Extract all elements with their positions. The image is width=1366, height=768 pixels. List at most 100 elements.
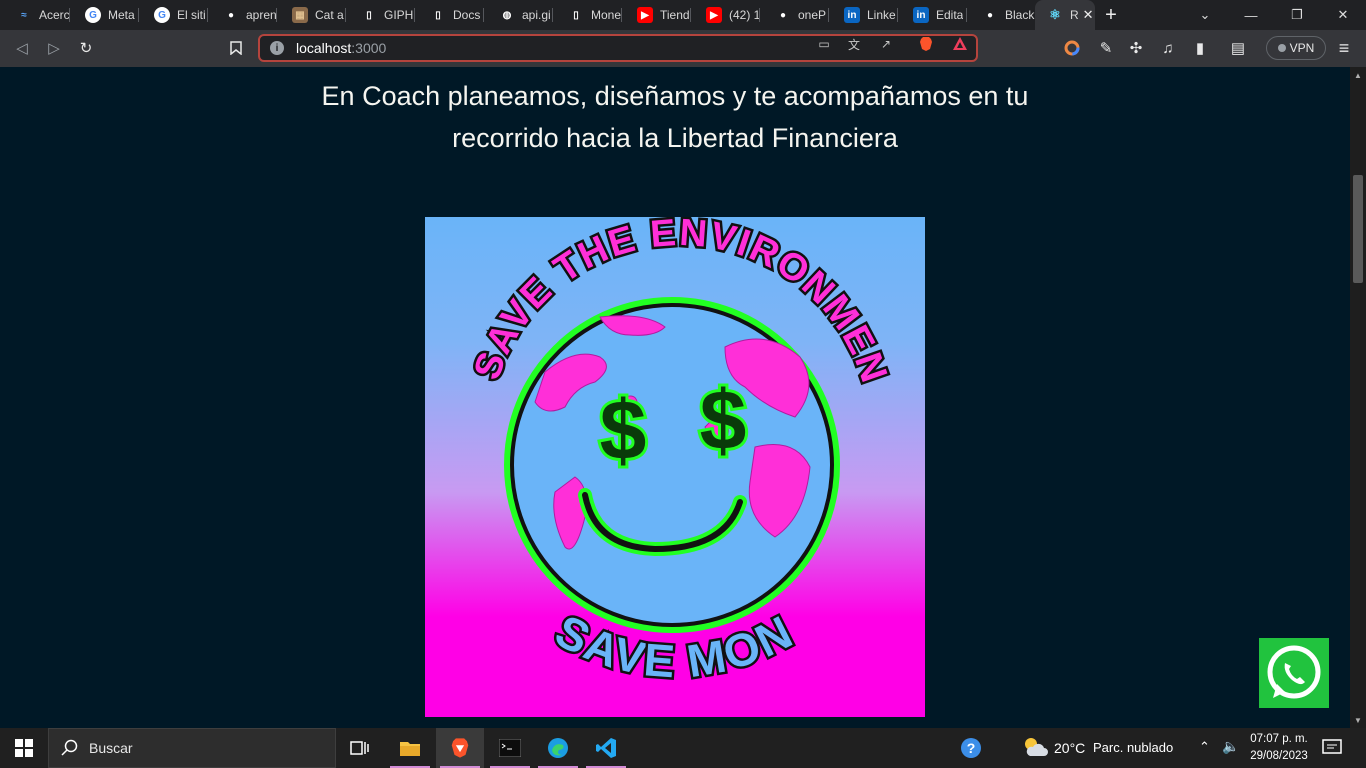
site-info-icon[interactable]: i	[270, 41, 284, 55]
vpn-status-icon	[1277, 44, 1286, 52]
scroll-down-arrow-icon[interactable]: ▼	[1350, 712, 1366, 728]
react-icon: ⚛	[1049, 7, 1061, 22]
new-tab-button[interactable]: +	[1095, 0, 1127, 30]
scroll-up-arrow-icon[interactable]: ▲	[1350, 67, 1366, 83]
whatsapp-button[interactable]	[1259, 638, 1329, 708]
task-view-button[interactable]	[336, 728, 384, 768]
edge-icon	[548, 738, 568, 758]
folder-icon	[400, 742, 420, 756]
tab-14[interactable]: ● BlackF	[966, 0, 1035, 30]
youtube-icon: ▶	[637, 7, 653, 23]
vscode-app[interactable]	[582, 728, 630, 768]
wave-icon: ≈	[21, 9, 27, 21]
search-icon	[61, 739, 78, 756]
search-label: Buscar	[89, 740, 133, 756]
close-window-button[interactable]: ✕	[1320, 0, 1366, 30]
tab-0[interactable]: ≈ Acerc	[0, 0, 69, 30]
google-icon: G	[85, 7, 101, 23]
forward-button[interactable]: ▷	[42, 36, 66, 60]
menu-icon[interactable]: ≡	[1332, 36, 1356, 60]
close-tab-icon[interactable]: ✕	[1083, 7, 1094, 23]
start-button[interactable]	[0, 728, 48, 768]
reload-button[interactable]: ↻	[74, 36, 98, 60]
wallet-icon[interactable]: ▤	[1226, 36, 1250, 60]
github-icon: ●	[779, 9, 787, 21]
volume-icon[interactable]: 🔈	[1222, 738, 1239, 755]
weather-desc: Parc. nublado	[1093, 740, 1174, 755]
tab-label: GIPH	[384, 8, 414, 22]
terminal-icon	[499, 739, 521, 757]
tab-6[interactable]: ▯ Docs	[414, 0, 483, 30]
tab-active[interactable]: ⚛ R ✕	[1035, 0, 1095, 30]
tab-7[interactable]: ◍ api.gi	[483, 0, 552, 30]
tab-9[interactable]: ▶ Tiend	[621, 0, 690, 30]
bookmark-icon[interactable]	[224, 36, 248, 60]
svg-text:$: $	[700, 373, 747, 467]
sidebar-icon[interactable]: ▮	[1188, 36, 1212, 60]
tab-3[interactable]: ● apren	[207, 0, 276, 30]
tab-5[interactable]: ▯ GIPH	[345, 0, 414, 30]
tab-search-chevron-icon[interactable]: ⌄	[1182, 0, 1228, 30]
brave-rewards-icon[interactable]	[952, 36, 968, 52]
tray-overflow-chevron-icon[interactable]: ⌃	[1199, 739, 1210, 755]
help-icon[interactable]: ?	[960, 737, 982, 764]
restore-button[interactable]: ❐	[1274, 0, 1320, 30]
tab-10[interactable]: ▶ (42) 1	[690, 0, 759, 30]
linkedin-icon: in	[913, 7, 929, 23]
colorful-extension-icon[interactable]	[1060, 36, 1084, 60]
headline-line-2: recorrido hacia la Libertad Financiera	[452, 123, 898, 153]
notifications-icon[interactable]	[1322, 739, 1342, 762]
cast-icon[interactable]: ▭	[816, 36, 832, 52]
tab-11[interactable]: ● oneP	[759, 0, 828, 30]
share-icon[interactable]: ↗	[878, 36, 894, 52]
tab-4[interactable]: ▦ Cat a	[276, 0, 345, 30]
tab-strip: ≈ Acerc G Meta G El siti ● apren ▦ Cat a ▯ GIPH ▯ Doc…	[0, 0, 1366, 30]
clock-date: 29/08/2023	[1250, 750, 1308, 762]
minimize-button[interactable]: —	[1228, 0, 1274, 30]
url-host: localhost	[296, 40, 352, 56]
tab-12[interactable]: in Linke	[828, 0, 897, 30]
edge-app[interactable]	[534, 728, 582, 768]
eyedropper-icon[interactable]: ✎	[1094, 36, 1118, 60]
windows-logo-icon	[15, 739, 33, 757]
page-scrollbar[interactable]: ▲ ▼	[1350, 67, 1366, 728]
youtube-icon: ▶	[706, 7, 722, 23]
file-explorer-app[interactable]	[386, 728, 434, 768]
translate-icon[interactable]: 文	[846, 36, 862, 52]
terminal-app[interactable]	[486, 728, 534, 768]
taskbar-search[interactable]: Buscar	[48, 728, 336, 768]
save-the-environment-poster: $ $ SAVE THE ENVIRONMENT SAVE MONEY	[425, 217, 925, 717]
tab-2[interactable]: G El siti	[138, 0, 207, 30]
system-clock[interactable]: 07:07 p. m. 29/08/2023	[1244, 731, 1314, 765]
tab-label: Mone	[591, 8, 621, 22]
vpn-label: VPN	[1289, 41, 1315, 55]
linkedin-icon: in	[844, 7, 860, 23]
tab-label: Linke	[867, 8, 896, 22]
hero-headline: En Coach planeamos, diseñamos y te acomp…	[290, 75, 1060, 159]
task-view-icon	[350, 741, 369, 755]
scrollbar-thumb[interactable]	[1353, 175, 1363, 283]
extensions-icon[interactable]: ✣	[1124, 36, 1148, 60]
clock-time: 07:07 p. m.	[1250, 733, 1308, 745]
tab-8[interactable]: ▯ Mone	[552, 0, 621, 30]
document-icon: ▯	[435, 9, 441, 21]
vscode-icon	[596, 738, 616, 758]
vpn-button[interactable]: VPN	[1266, 36, 1326, 60]
google-icon: G	[154, 7, 170, 23]
tab-label: R	[1070, 8, 1079, 22]
tab-label: BlackF	[1005, 8, 1035, 22]
address-bar[interactable]: i localhost:3000	[258, 34, 978, 62]
headline-line-1: En Coach planeamos, diseñamos y te acomp…	[321, 81, 1029, 111]
brave-browser-app[interactable]	[436, 728, 484, 768]
windows-taskbar: Buscar ? 20°C Parc. nublado ⌃ 🔈 07:07 p.…	[0, 728, 1366, 768]
back-button[interactable]: ◁	[10, 36, 34, 60]
media-icon[interactable]: ♫	[1156, 36, 1180, 60]
document-icon: ▯	[573, 9, 579, 21]
tab-1[interactable]: G Meta	[69, 0, 138, 30]
tab-label: oneP	[798, 8, 827, 22]
github-icon: ●	[227, 9, 235, 21]
tab-13[interactable]: in Edita	[897, 0, 966, 30]
brave-shields-icon[interactable]	[918, 36, 934, 52]
weather-icon[interactable]	[1022, 736, 1048, 763]
tab-label: Cat a	[315, 8, 344, 22]
